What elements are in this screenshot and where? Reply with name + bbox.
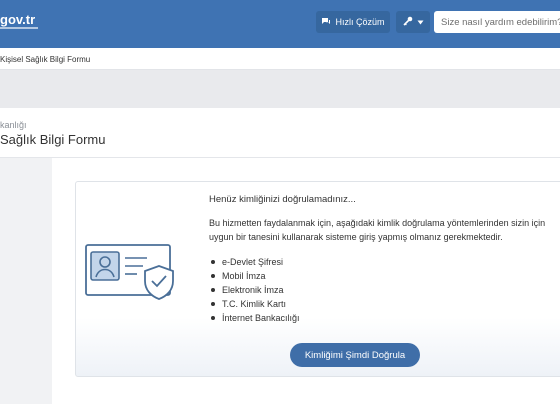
list-item: Mobil İmza [209,269,300,283]
hero-band [0,70,560,108]
list-item: İnternet Bankacılığı [209,311,300,325]
list-item: e-Devlet Şifresi [209,255,300,269]
quick-solution-label: Hızlı Çözüm [335,17,385,27]
chevron-down-icon [417,17,424,27]
breadcrumb-current[interactable]: Kişisel Sağlık Bilgi Formu [0,55,90,64]
list-item: Elektronik İmza [209,283,300,297]
page-header: kanlığı Sağlık Bilgi Formu [0,108,560,158]
key-icon [402,16,413,28]
login-menu-button[interactable] [396,11,430,33]
institution-name[interactable]: kanlığı [0,120,27,130]
logo-underline [0,27,38,29]
verify-identity-button[interactable]: Kimliğimi Şimdi Doğrula [290,343,420,367]
id-card-shield-icon [85,244,174,300]
chat-icon [321,17,331,28]
auth-notice-title: Henüz kimliğinizi doğrulamadınız... [209,194,356,205]
govtr-logo[interactable]: gov.tr [0,12,35,27]
page-title: Sağlık Bilgi Formu [0,132,106,147]
auth-notice-description: Bu hizmetten faydalanmak için, aşağıdaki… [209,218,546,242]
breadcrumb: Kişisel Sağlık Bilgi Formu [0,48,560,70]
list-item: T.C. Kimlik Kartı [209,297,300,311]
quick-solution-button[interactable]: Hızlı Çözüm [316,11,390,33]
auth-methods-list: e-Devlet Şifresi Mobil İmza Elektronik İ… [209,255,300,325]
search-input[interactable] [434,11,560,33]
top-header: gov.tr Hızlı Çözüm [0,0,560,48]
auth-notice-card: Henüz kimliğinizi doğrulamadınız... Bu h… [75,181,560,377]
left-gutter [0,158,52,404]
